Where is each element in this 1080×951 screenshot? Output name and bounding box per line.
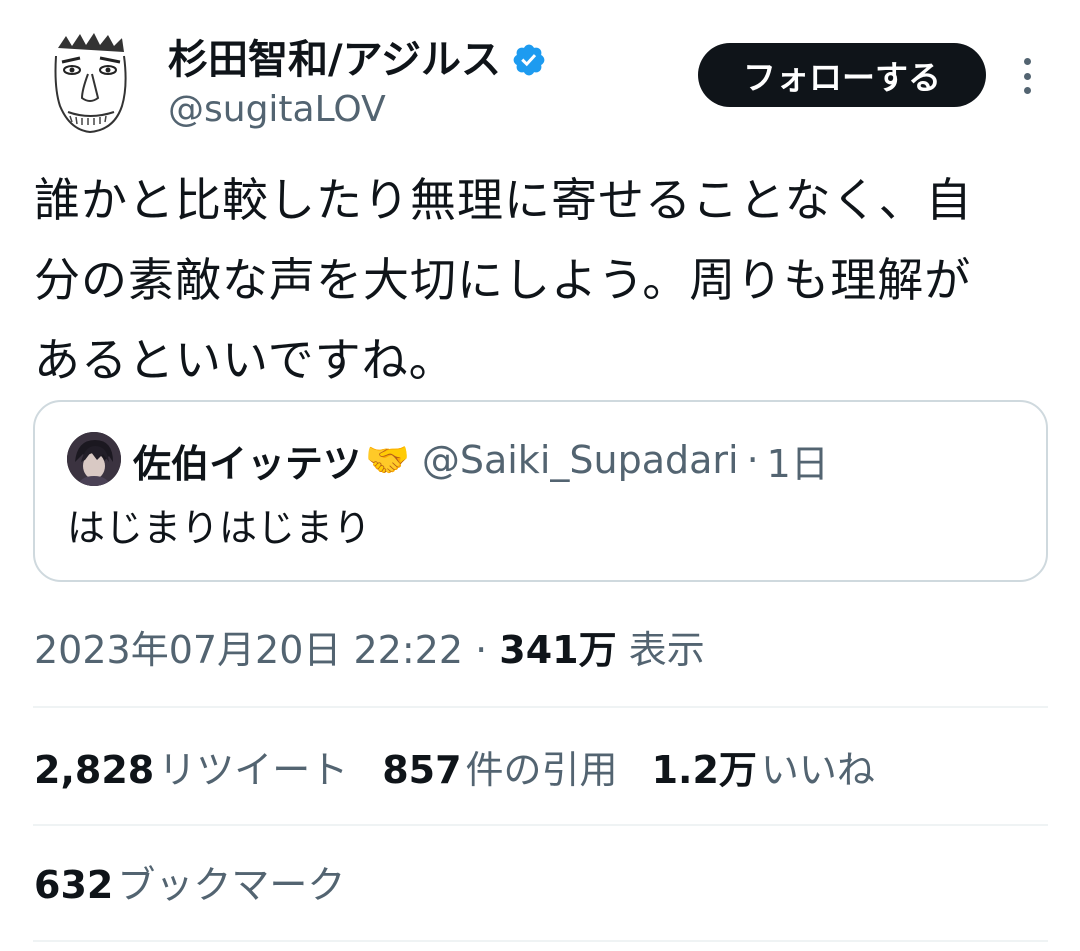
verified-badge-icon[interactable] [511, 42, 547, 78]
tweet-timestamp[interactable]: 2023年07月20日 22:22 [34, 628, 463, 672]
likes-stat[interactable]: 1.2万 いいね [652, 742, 875, 798]
handshake-emoji-icon: 🤝 [365, 440, 410, 481]
separator-dot: · [475, 628, 488, 672]
quoted-tweet-header: 佐伯イッテツ 🤝 @Saiki_Supadari · 1日 [133, 432, 829, 488]
retweets-stat[interactable]: 2,828 リツイート [34, 742, 348, 798]
follow-button[interactable]: フォローする [698, 43, 986, 107]
views-count: 341万 [499, 628, 617, 672]
bookmarks-stat[interactable]: 632 ブックマーク [34, 857, 345, 913]
quotes-stat[interactable]: 857 件の引用 [382, 742, 617, 798]
tweet-body: 誰かと比較したり無理に寄せることなく、自 分の素敵な声を大切にしよう。周りも理解… [34, 160, 1044, 400]
more-dot [1023, 87, 1031, 94]
quotes-count: 857 [382, 748, 462, 792]
author-avatar[interactable] [36, 28, 144, 136]
quotes-label: 件の引用 [465, 748, 618, 792]
more-dot [1023, 72, 1031, 80]
bookmarks-label: ブックマーク [117, 863, 346, 907]
tweet-line: 分の素敵な声を大切にしよう。周りも理解が [34, 253, 972, 307]
anime-character-avatar [67, 432, 121, 486]
bookmarks-count: 632 [34, 863, 114, 907]
views-label: 表示 [628, 628, 705, 672]
more-dot [1023, 58, 1031, 65]
author-name-text: 杉田智和/アジルス [168, 37, 502, 83]
separator-dot: · [746, 438, 759, 482]
author-handle[interactable]: @sugitaLOV [168, 86, 386, 134]
divider [33, 940, 1048, 942]
quoted-author-handle[interactable]: @Saiki_Supadari [422, 438, 739, 482]
divider [33, 706, 1048, 708]
tweet-line: あるといいですね。 [34, 333, 456, 387]
engagement-stats: 2,828 リツイート 857 件の引用 1.2万 いいね [34, 742, 909, 798]
quoted-author-avatar[interactable] [67, 432, 121, 486]
tweet-line: 誰かと比較したり無理に寄せることなく、自 [34, 173, 973, 227]
retweets-count: 2,828 [34, 748, 155, 792]
quoted-tweet-time[interactable]: 1日 [767, 433, 829, 488]
likes-label: いいね [760, 748, 875, 792]
quoted-author-name[interactable]: 佐伯イッテツ [133, 433, 361, 488]
divider [33, 824, 1048, 826]
likes-count: 1.2万 [651, 748, 757, 792]
author-display-name[interactable]: 杉田智和/アジルス [168, 34, 547, 86]
tweet-meta: 2023年07月20日 22:22 · 341万 表示 [34, 624, 705, 676]
caricature-face-avatar [36, 28, 144, 136]
quoted-tweet-text: はじまりはじまり [67, 506, 372, 550]
more-vertical-icon[interactable] [1012, 52, 1042, 100]
retweets-label: リツイート [158, 748, 349, 792]
quoted-tweet-card[interactable]: 佐伯イッテツ 🤝 @Saiki_Supadari · 1日 はじまりはじまり [33, 400, 1048, 582]
